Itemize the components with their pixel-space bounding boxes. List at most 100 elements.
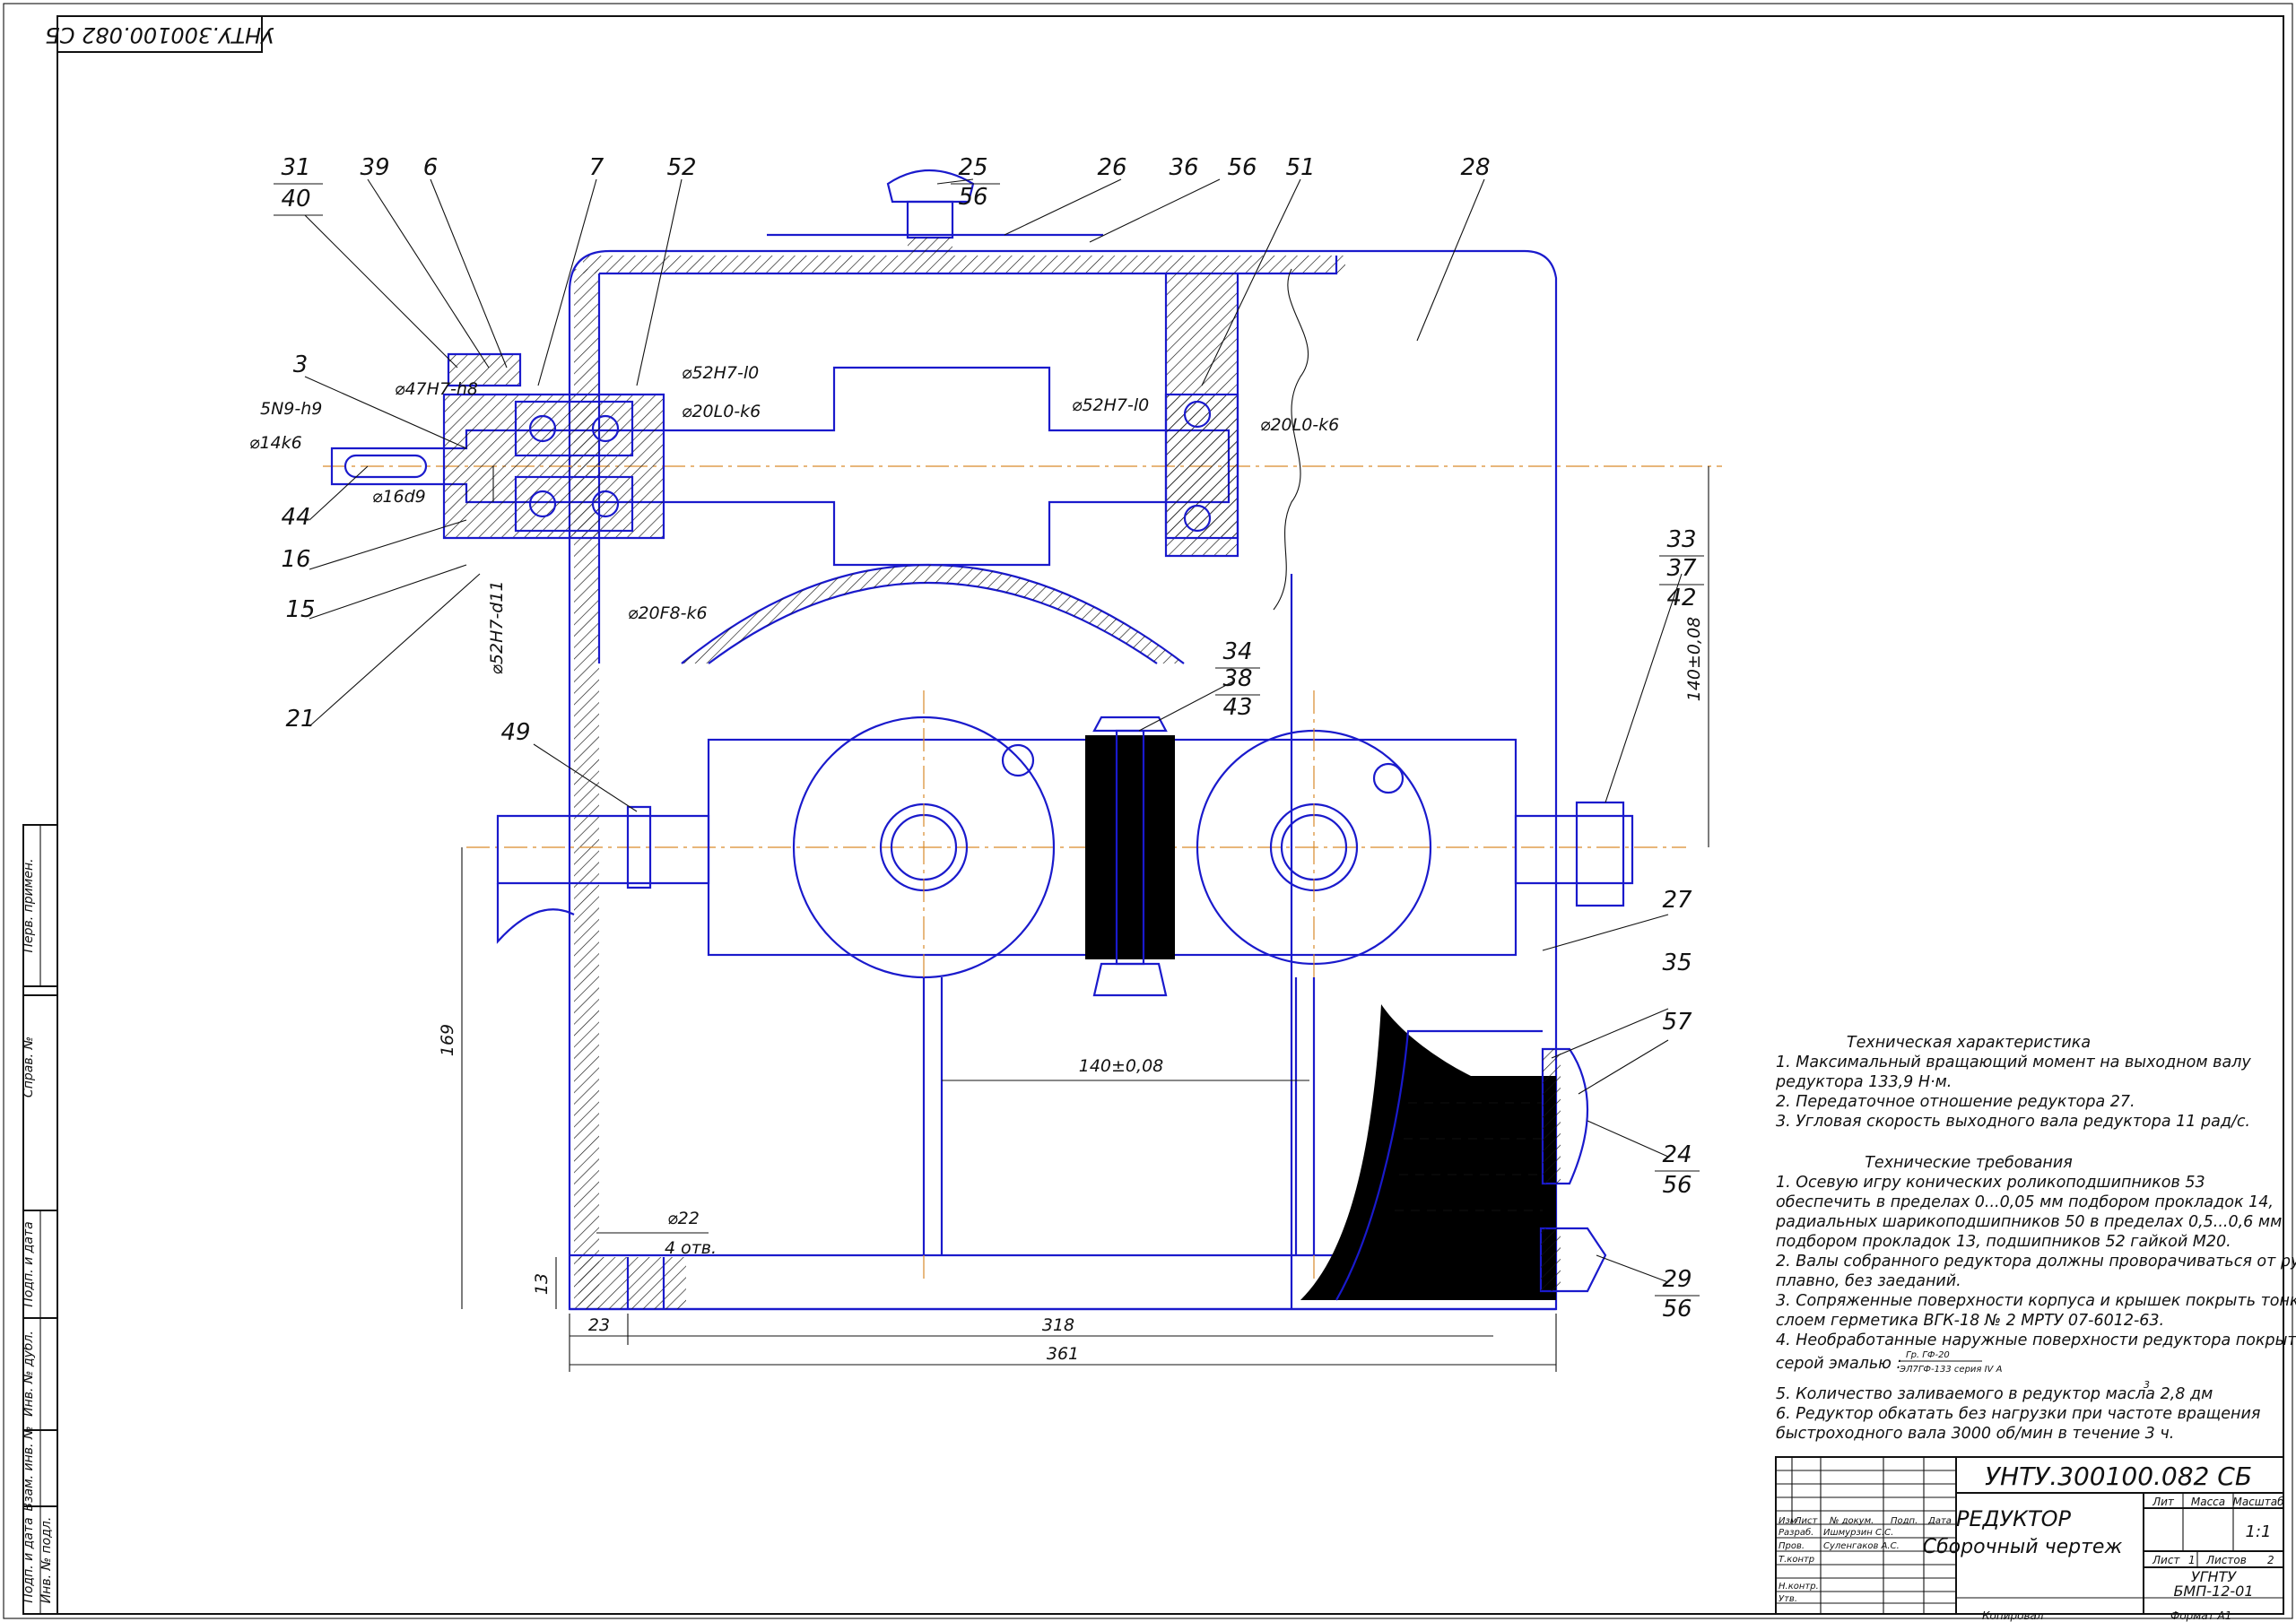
stamp-inv-dubl: Инв. № дубл. <box>22 1331 36 1417</box>
tech-req-line-2: обеспечить в пределах 0...0,05 мм подбор… <box>1776 1193 2274 1211</box>
dim-holes: 4 отв. <box>665 1238 717 1258</box>
tb-razrab: Разраб. <box>1779 1527 1813 1538</box>
tech-req-line-4: подбором прокладок 13, подшипников 52 га… <box>1776 1233 2231 1251</box>
tb-format: Формат А1 <box>2170 1609 2231 1622</box>
tb-h-podp: Подп. <box>1891 1516 1918 1526</box>
tech-requirements: Технические требования 1. Осевую игру ко… <box>1775 1154 2296 1443</box>
tb-name-1: РЕДУКТОР <box>1956 1506 2072 1531</box>
enamel-top: Гр. ГФ-20 <box>1906 1350 1950 1360</box>
dim-c140h: 140±0,08 <box>1079 1056 1164 1076</box>
callout-34: 34 <box>1222 638 1252 665</box>
tb-h-date: Дата <box>1927 1516 1952 1526</box>
callout-21: 21 <box>285 706 315 733</box>
callout-43: 43 <box>1222 694 1252 721</box>
dim-d52b: ⌀52H7-l0 <box>1072 395 1149 415</box>
dim-d47: ⌀47H7-h8 <box>395 379 478 399</box>
callout-15: 15 <box>285 596 315 623</box>
tb-mass: Масса <box>2191 1496 2225 1508</box>
oil-volume-superscript: 3 <box>2144 1379 2150 1391</box>
callout-51: 51 <box>1285 154 1315 181</box>
enamel-bottom: ЭЛ7ГФ-133 серия IV А <box>1899 1365 2003 1375</box>
tb-sheets-label: Листов <box>2205 1554 2247 1566</box>
worm-shaft-assembly <box>323 352 1722 664</box>
dim-h13: 13 <box>532 1273 552 1295</box>
tech-char-line-1: 1. Максимальный вращающий момент на выхо… <box>1776 1054 2251 1071</box>
callout-37: 37 <box>1666 555 1697 582</box>
dim-d52d: ⌀52H7-d11 <box>487 580 507 674</box>
tech-req-line-6: плавно, без заеданий. <box>1776 1272 1961 1290</box>
callout-24: 24 <box>1662 1141 1692 1168</box>
callout-16: 16 <box>281 546 310 573</box>
callout-6: 6 <box>423 154 439 181</box>
dim-h169: 169 <box>438 1024 457 1056</box>
stamp-vzam-inv: Взам. инв. № <box>22 1426 36 1511</box>
dim-w318: 318 <box>1042 1315 1074 1335</box>
tech-characteristics: Техническая характеристика 1. Максимальн… <box>1775 1034 2251 1131</box>
callout-35: 35 <box>1662 950 1692 976</box>
tech-req-line-8: слоем герметика ВГК-18 № 2 МРТУ 07-6012-… <box>1776 1312 2164 1330</box>
tb-org-2: БМП-12-01 <box>2173 1583 2253 1600</box>
callout-56-d: 56 <box>1662 1296 1692 1323</box>
callout-33: 33 <box>1666 526 1696 553</box>
callout-7: 7 <box>589 154 604 181</box>
dim-d20b: ⌀20L0-k6 <box>1260 415 1339 435</box>
dim-d52a: ⌀52H7-l0 <box>682 363 759 383</box>
tech-req-line-1: 1. Осевую игру конических роликоподшипни… <box>1776 1174 2205 1192</box>
callout-56-b: 56 <box>1227 154 1257 181</box>
stamp-inv-podl: Инв. № подл. <box>39 1517 54 1604</box>
tb-sheets: 2 <box>2267 1554 2274 1566</box>
tb-prov: Пров. <box>1779 1541 1805 1551</box>
tech-req-title: Технические требования <box>1865 1154 2073 1172</box>
tb-sheet-label: Лист <box>2152 1554 2180 1566</box>
dim-w361: 361 <box>1047 1344 1079 1364</box>
tb-name-2: Сборочный чертеж <box>1923 1536 2123 1558</box>
dim-w23: 23 <box>588 1315 610 1335</box>
tech-req-line-12: 6. Редуктор обкатать без нагрузки при ча… <box>1776 1405 2260 1423</box>
callout-27: 27 <box>1662 887 1692 914</box>
tech-char-line-4: 3. Угловая скорость выходного вала редук… <box>1776 1113 2250 1131</box>
stamp-perv-primen: Перв. примен. <box>22 858 36 952</box>
dim-d20a: ⌀20L0-k6 <box>682 402 761 421</box>
breather-plug <box>767 169 1103 256</box>
callout-3: 3 <box>293 351 309 378</box>
tb-scale-header: Масштаб <box>2232 1496 2284 1508</box>
assembly-drawing-sheet: УНТУ.300100.082 СБ Перв. примен. Справ. … <box>3 3 2296 1622</box>
tb-copied: Копировал <box>1982 1609 2044 1622</box>
tb-designation: УНТУ.300100.082 СБ <box>1985 1462 2252 1491</box>
tech-req-line-10: серой эмалью : <box>1776 1355 1901 1373</box>
tb-scale: 1:1 <box>2246 1522 2272 1541</box>
tech-req-line-13: быстроходного вала 3000 об/мин в течение… <box>1776 1425 2174 1443</box>
tb-prov-name: Суленгаков А.С. <box>1823 1541 1900 1551</box>
tech-char-line-3: 2. Передаточное отношение редуктора 27. <box>1776 1093 2135 1111</box>
dim-d16: ⌀16d9 <box>372 487 426 507</box>
dim-d22: ⌀22 <box>667 1209 700 1228</box>
dim-c140v: 140±0,08 <box>1684 617 1704 702</box>
tb-razrab-name: Ишмурзин С.С. <box>1823 1528 1893 1538</box>
callout-44: 44 <box>281 504 310 531</box>
dim-d20f: ⌀20F8-k6 <box>628 603 708 623</box>
callout-39: 39 <box>360 154 389 181</box>
callout-56-c: 56 <box>1662 1172 1692 1199</box>
dim-d14: ⌀14k6 <box>249 433 302 453</box>
callout-38: 38 <box>1222 665 1252 692</box>
callout-57: 57 <box>1662 1009 1692 1036</box>
tb-lit: Лит <box>2152 1496 2175 1508</box>
rotated-code-text: УНТУ.300100.082 СБ <box>45 22 274 48</box>
tech-req-line-5: 2. Валы собранного редуктора должны пров… <box>1776 1253 2296 1271</box>
callout-49: 49 <box>500 719 530 746</box>
title-block: УНТУ.300100.082 СБ РЕДУКТОР Сборочный че… <box>1775 1456 2284 1622</box>
callout-56-a: 56 <box>958 184 987 211</box>
tb-h-list: Лист <box>1794 1516 1819 1526</box>
callout-29: 29 <box>1662 1266 1692 1293</box>
rotated-code-box: УНТУ.300100.082 СБ <box>45 15 274 53</box>
tech-char-title: Техническая характеристика <box>1847 1034 2091 1052</box>
tb-tkontr: Т.контр <box>1779 1555 1814 1565</box>
left-stamp-strip: Перв. примен. Справ. № Подп. и дата Инв.… <box>22 824 58 1615</box>
callout-42: 42 <box>1666 585 1696 612</box>
callout-25: 25 <box>958 154 987 181</box>
tech-req-line-7: 3. Сопряженные поверхности корпуса и кры… <box>1776 1292 2296 1310</box>
stamp-podp-1: Подп. и дата <box>22 1221 36 1306</box>
callout-31: 31 <box>281 154 310 181</box>
callout-26: 26 <box>1097 154 1126 181</box>
callout-52: 52 <box>666 154 696 181</box>
